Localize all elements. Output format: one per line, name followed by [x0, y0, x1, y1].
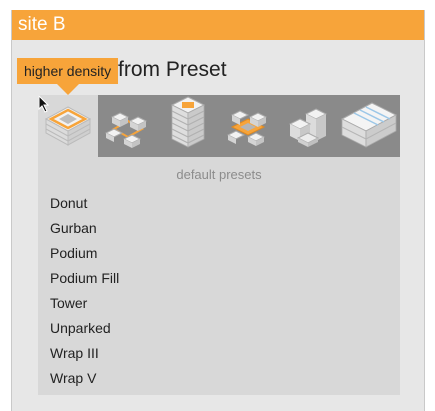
preset-item-donut[interactable]: Donut — [50, 191, 119, 216]
panel-header: site B — [12, 10, 424, 40]
preset-thumb-tower[interactable] — [158, 95, 218, 157]
gurban-preset-icon — [104, 112, 148, 148]
preset-item-podium[interactable]: Podium — [50, 241, 119, 266]
preset-thumb-donut[interactable] — [38, 95, 98, 157]
section-title: from Preset — [118, 58, 227, 81]
preset-icon-strip — [38, 95, 400, 157]
site-panel: site B from Preset default presets Donut… — [11, 10, 425, 411]
podium-preset-icon — [288, 108, 328, 147]
preset-item-wrap-v[interactable]: Wrap V — [50, 366, 119, 391]
preset-thumb-podium[interactable] — [278, 95, 338, 157]
preset-list: Donut Gurban Podium Podium Fill Tower Un… — [50, 191, 119, 391]
preset-thumb-unparked[interactable] — [338, 95, 398, 157]
default-presets-label: default presets — [176, 167, 262, 182]
preset-item-gurban[interactable]: Gurban — [50, 216, 119, 241]
preset-thumb-gurban[interactable] — [98, 95, 158, 157]
preset-thumb-wrap[interactable] — [218, 95, 278, 157]
preset-item-wrap-iii[interactable]: Wrap III — [50, 341, 119, 366]
preset-box: default presets Donut Gurban Podium Podi… — [38, 95, 400, 395]
wrap-preset-icon — [226, 110, 268, 146]
preset-item-podium-fill[interactable]: Podium Fill — [50, 266, 119, 291]
preset-item-tower[interactable]: Tower — [50, 291, 119, 316]
tower-preset-icon — [170, 96, 206, 148]
tooltip-arrow — [57, 84, 79, 95]
preset-item-unparked[interactable]: Unparked — [50, 316, 119, 341]
tooltip: higher density — [17, 58, 119, 84]
mouse-cursor-icon — [38, 95, 50, 113]
unparked-preset-icon — [340, 102, 398, 148]
